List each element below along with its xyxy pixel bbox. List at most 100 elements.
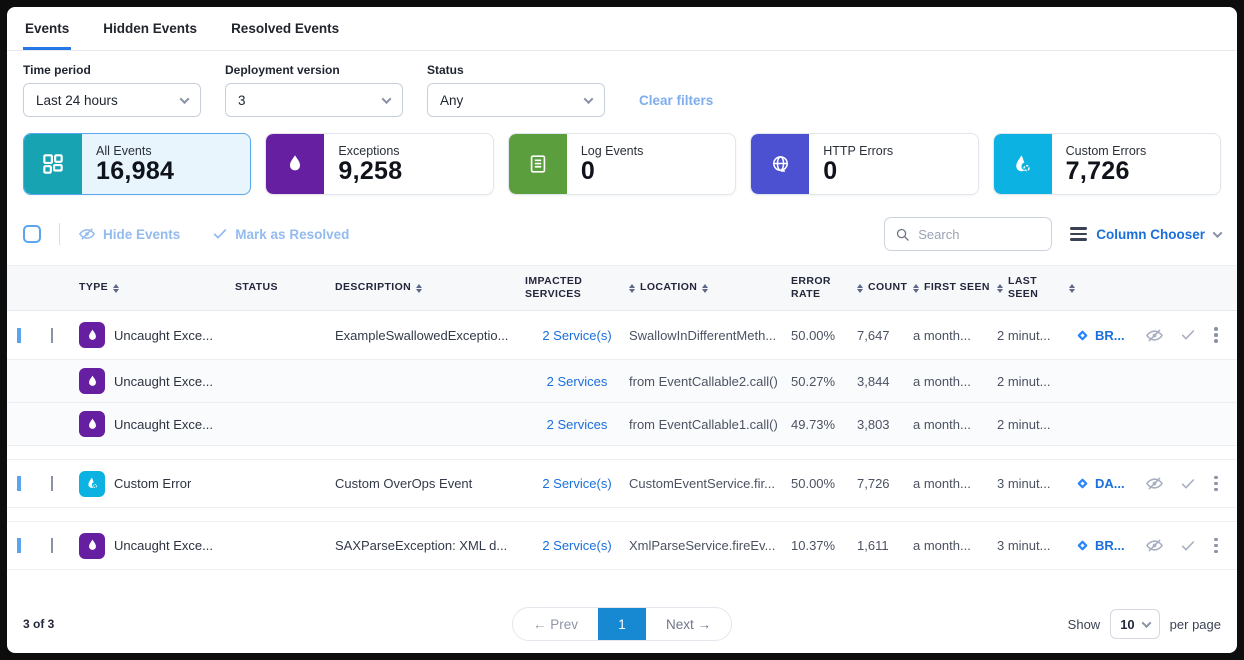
- exception-type-icon: [79, 411, 105, 437]
- table-toolbar: Hide Events Mark as Resolved Column Choo…: [7, 209, 1237, 265]
- time-period-select[interactable]: Last 24 hours: [23, 83, 201, 117]
- event-count: 7,726: [857, 476, 913, 491]
- deployment-version-label: Deployment version: [225, 63, 403, 77]
- exception-type-icon: [79, 368, 105, 394]
- first-seen: a month...: [913, 374, 997, 389]
- table-subrow[interactable]: Uncaught Exce... 2 Services from EventCa…: [7, 360, 1237, 403]
- ticket-label: DA...: [1095, 476, 1125, 491]
- jira-diamond-icon: [1075, 476, 1090, 491]
- first-seen: a month...: [913, 476, 997, 491]
- tab-hidden-events[interactable]: Hidden Events: [101, 7, 199, 50]
- resolve-event-icon[interactable]: [1180, 327, 1196, 343]
- mark-resolved-button[interactable]: Mark as Resolved: [212, 226, 349, 242]
- show-label: Show: [1068, 617, 1101, 632]
- hide-event-icon[interactable]: [1145, 536, 1164, 555]
- deployment-version-filter: Deployment version 3: [225, 63, 403, 117]
- column-chooser-button[interactable]: Column Chooser: [1070, 227, 1221, 242]
- stat-card-http-errors[interactable]: HTTP Errors 0: [750, 133, 978, 195]
- tab-events[interactable]: Events: [23, 7, 71, 50]
- col-last-seen: LAST SEEN: [1008, 275, 1064, 301]
- ticket-link[interactable]: BR...: [1075, 538, 1145, 553]
- error-rate: 10.37%: [791, 538, 857, 553]
- hide-events-button[interactable]: Hide Events: [78, 225, 180, 243]
- impacted-services-link[interactable]: 2 Services: [525, 417, 629, 432]
- sort-icon[interactable]: [1069, 284, 1075, 293]
- resolve-event-icon[interactable]: [1180, 538, 1196, 554]
- exception-type-icon: [79, 533, 105, 559]
- row-menu-icon[interactable]: [1212, 474, 1220, 494]
- impacted-services-link[interactable]: 2 Service(s): [525, 538, 629, 553]
- sort-icon[interactable]: [857, 284, 863, 293]
- stat-card-value: 0: [823, 159, 893, 184]
- status-value: Any: [440, 93, 463, 108]
- col-first-seen: FIRST SEEN: [924, 281, 990, 294]
- table-header-row: TYPE STATUS DESCRIPTION IMPACTED SERVICE…: [7, 265, 1237, 311]
- impacted-services-link[interactable]: 2 Services: [525, 374, 629, 389]
- status-select[interactable]: Any: [427, 83, 605, 117]
- sort-icon[interactable]: [702, 284, 708, 293]
- stat-card-custom-errors[interactable]: Custom Errors 7,726: [993, 133, 1221, 195]
- sort-icon[interactable]: [629, 284, 635, 293]
- chevron-right-icon[interactable]: [51, 476, 53, 491]
- event-count: 3,803: [857, 417, 913, 432]
- sort-icon[interactable]: [416, 284, 422, 293]
- per-page-label: per page: [1170, 617, 1221, 632]
- current-page-button[interactable]: 1: [598, 608, 646, 640]
- tab-bar: Events Hidden Events Resolved Events: [7, 7, 1237, 51]
- document-icon: [509, 134, 567, 194]
- per-page-select[interactable]: 10: [1110, 609, 1159, 639]
- table-row[interactable]: Custom Error Custom OverOps Event 2 Serv…: [7, 459, 1237, 508]
- sort-icon[interactable]: [913, 284, 919, 293]
- hide-event-icon[interactable]: [1145, 474, 1164, 493]
- row-checkbox[interactable]: [17, 476, 21, 491]
- error-rate: 50.27%: [791, 374, 857, 389]
- time-period-filter: Time period Last 24 hours: [23, 63, 201, 117]
- status-filter: Status Any: [427, 63, 605, 117]
- chevron-right-icon[interactable]: [51, 538, 53, 553]
- first-seen: a month...: [913, 417, 997, 432]
- status-label: Status: [427, 63, 605, 77]
- clear-filters-button[interactable]: Clear filters: [639, 93, 713, 108]
- next-page-button[interactable]: Next →: [646, 608, 731, 640]
- stat-card-log-events[interactable]: Log Events 0: [508, 133, 736, 195]
- ticket-link[interactable]: BR...: [1075, 328, 1145, 343]
- resolve-event-icon[interactable]: [1180, 476, 1196, 492]
- row-checkbox[interactable]: [17, 538, 21, 553]
- table-subrow[interactable]: Uncaught Exce... 2 Services from EventCa…: [7, 403, 1237, 446]
- impacted-services-link[interactable]: 2 Service(s): [525, 328, 629, 343]
- row-range: 3 of 3: [23, 617, 54, 631]
- check-icon: [212, 226, 228, 242]
- column-chooser-label: Column Chooser: [1096, 227, 1205, 242]
- select-all-checkbox[interactable]: [23, 225, 41, 243]
- sort-icon[interactable]: [997, 284, 1003, 293]
- table-row[interactable]: Uncaught Exce... ExampleSwallowedExcepti…: [7, 311, 1237, 360]
- row-menu-icon[interactable]: [1212, 325, 1220, 345]
- deployment-version-select[interactable]: 3: [225, 83, 403, 117]
- row-menu-icon[interactable]: [1212, 536, 1220, 556]
- row-checkbox[interactable]: [17, 328, 21, 343]
- error-rate: 50.00%: [791, 328, 857, 343]
- pagination: ← Prev 1 Next →: [512, 607, 732, 641]
- chevron-down-icon: [1141, 618, 1151, 628]
- app-window: Events Hidden Events Resolved Events Tim…: [7, 7, 1237, 653]
- flame-icon: [266, 134, 324, 194]
- chevron-down-icon: [584, 94, 594, 104]
- hide-event-icon[interactable]: [1145, 326, 1164, 345]
- stat-card-exceptions[interactable]: Exceptions 9,258: [265, 133, 493, 195]
- jira-diamond-icon: [1075, 328, 1090, 343]
- impacted-services-link[interactable]: 2 Service(s): [525, 476, 629, 491]
- stat-card-all-events[interactable]: All Events 16,984: [23, 133, 251, 195]
- chevron-down-icon: [1213, 228, 1223, 238]
- chevron-down-icon[interactable]: [51, 328, 53, 343]
- divider: [59, 223, 60, 245]
- search-input[interactable]: [918, 227, 1028, 242]
- tab-resolved-events[interactable]: Resolved Events: [229, 7, 341, 50]
- table-row[interactable]: Uncaught Exce... SAXParseException: XML …: [7, 521, 1237, 570]
- sort-icon[interactable]: [113, 284, 119, 293]
- row-group-gap: [7, 508, 1237, 521]
- first-seen: a month...: [913, 328, 997, 343]
- col-count: COUNT: [868, 281, 907, 294]
- stat-card-label: Custom Errors: [1066, 144, 1147, 158]
- prev-page-button[interactable]: ← Prev: [513, 608, 598, 640]
- ticket-link[interactable]: DA...: [1075, 476, 1145, 491]
